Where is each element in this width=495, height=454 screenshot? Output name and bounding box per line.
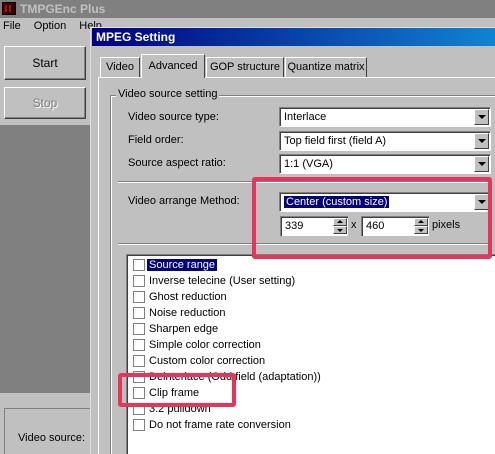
- left-gray-area: [0, 125, 90, 393]
- group-title: Video source setting: [116, 88, 220, 100]
- menu-file[interactable]: File: [3, 20, 21, 32]
- dialog-title: MPEG Setting: [92, 28, 495, 46]
- stop-button[interactable]: Stop: [4, 87, 86, 119]
- start-button[interactable]: Start: [4, 46, 86, 80]
- tab-gop-structure[interactable]: GOP structure: [206, 57, 284, 77]
- app-titlebar: TMPGEnc Plus: [0, 0, 495, 18]
- tab-video[interactable]: Video: [100, 57, 140, 77]
- tab-quantize-matrix[interactable]: Quantize matrix: [285, 57, 367, 77]
- annotation-highlight: [252, 177, 492, 259]
- menu-option[interactable]: Option: [34, 20, 66, 32]
- annotation-highlight: [118, 373, 236, 407]
- tab-advanced[interactable]: Advanced: [141, 54, 205, 78]
- app-title: TMPGEnc Plus: [20, 2, 106, 16]
- app-logo-icon: [2, 2, 16, 15]
- video-source-label: Video source:: [18, 432, 86, 444]
